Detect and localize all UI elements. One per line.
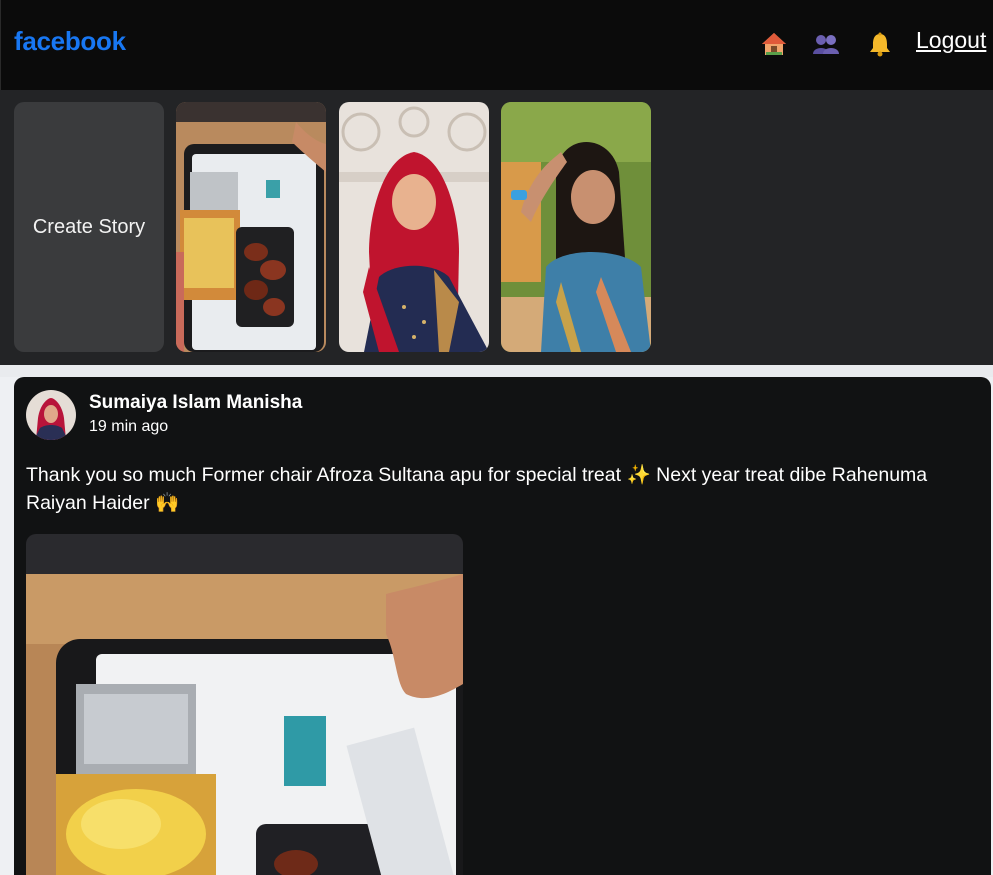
post-text: Thank you so much Former chair Afroza Su… [26, 464, 928, 514]
post-author-name[interactable]: Sumaiya Islam Manisha [89, 392, 302, 414]
create-story-label: Create Story [32, 215, 146, 238]
story-card-food[interactable] [176, 102, 326, 352]
post-timestamp[interactable]: 19 min ago [89, 418, 168, 436]
friends-icon[interactable] [812, 30, 840, 58]
story-card-blue-dress[interactable] [501, 102, 651, 352]
post-image[interactable] [26, 534, 463, 875]
story-card-red-hijab[interactable] [339, 102, 489, 352]
home-icon[interactable] [760, 30, 788, 58]
feed-divider [0, 365, 993, 377]
post-card: Sumaiya Islam Manisha 19 min ago Thank y… [14, 377, 991, 875]
create-story-card[interactable]: Create Story [14, 102, 164, 352]
brand-logo[interactable]: facebook [14, 26, 126, 57]
bell-icon[interactable] [866, 30, 894, 58]
story-blue-dress-image [501, 102, 651, 352]
logout-link[interactable]: Logout [916, 27, 986, 54]
story-red-hijab-image [339, 102, 489, 352]
top-navigation-bar: facebook Logout [0, 0, 993, 90]
page: facebook Logout Create Story Sumaiya Isl… [0, 0, 993, 875]
avatar[interactable] [26, 390, 76, 440]
story-food-image [176, 102, 326, 352]
stories-section: Create Story [0, 90, 993, 365]
